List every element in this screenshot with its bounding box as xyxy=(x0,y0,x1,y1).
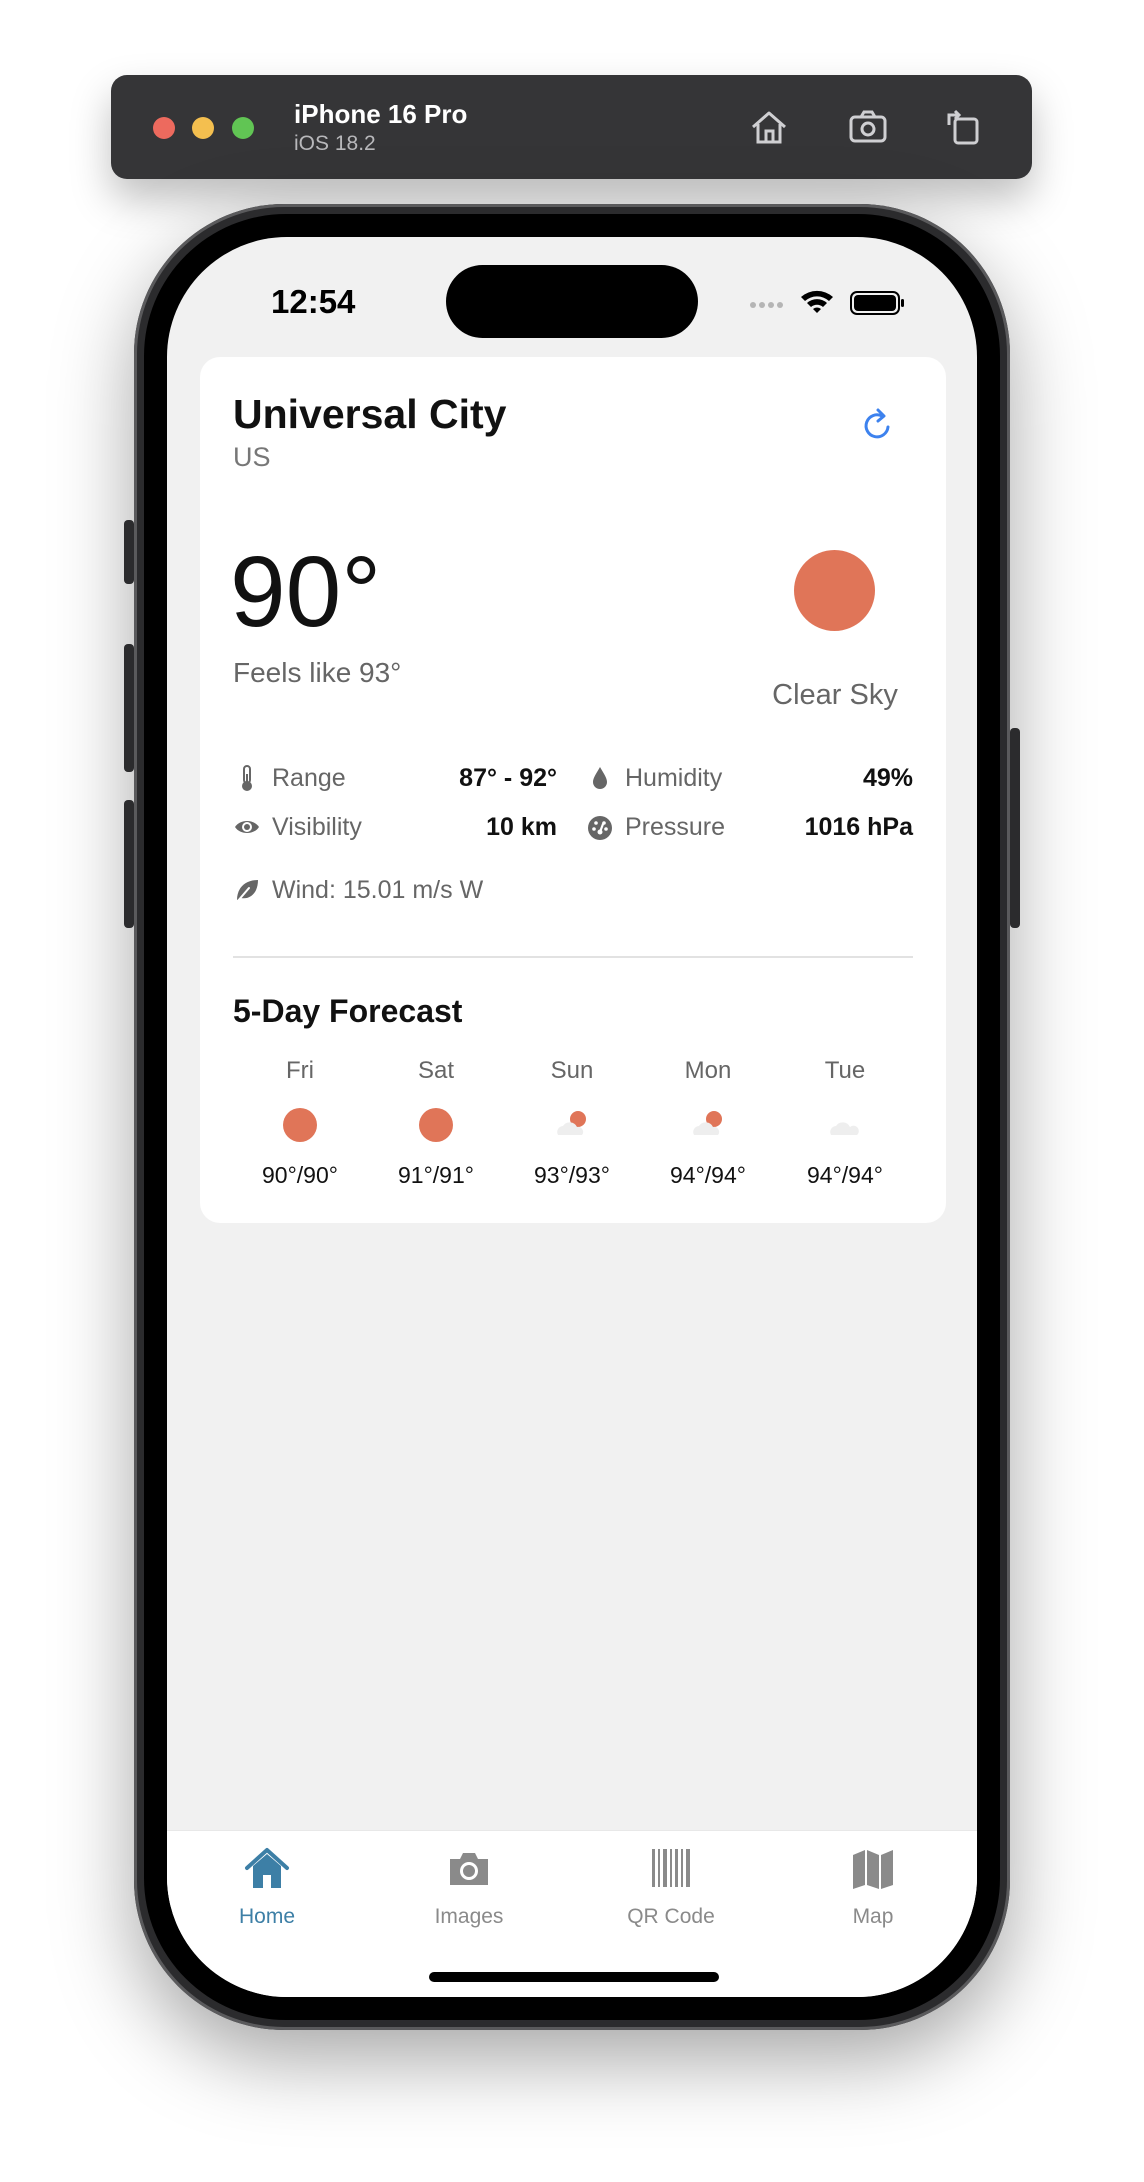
range-label: Range xyxy=(272,764,346,792)
pressure-label: Pressure xyxy=(625,813,726,841)
signal-icon xyxy=(750,302,783,308)
forecast-day-temps: 91°/91° xyxy=(398,1162,474,1188)
volume-up-button xyxy=(124,644,134,772)
forecast-title: 5-Day Forecast xyxy=(233,993,463,1029)
city-name: Universal City xyxy=(233,391,507,437)
simulator-toolbar: iPhone 16 Pro iOS 18.2 xyxy=(111,75,1032,179)
forecast-day: Tue 94°/94° xyxy=(780,1057,910,1197)
current-temperature: 90° xyxy=(230,536,382,648)
forecast-day-name: Fri xyxy=(286,1057,314,1084)
forecast-day-name: Tue xyxy=(824,1057,866,1084)
home-indicator[interactable] xyxy=(429,1972,719,1982)
tab-home[interactable]: Home xyxy=(192,1845,342,1935)
humidity-label: Humidity xyxy=(625,764,723,792)
partly-cloudy-icon xyxy=(693,1111,722,1135)
wind-info: Wind: 15.01 m/s W xyxy=(272,876,484,904)
forecast-day-temps: 94°/94° xyxy=(670,1162,746,1188)
gauge-icon xyxy=(588,816,612,840)
humidity-value: 49% xyxy=(862,764,913,792)
forecast-day: Sun 93°/93° xyxy=(507,1057,637,1197)
tab-map[interactable]: Map xyxy=(798,1845,948,1935)
current-weather-card: Universal City US 90° Feels like 93° Cle… xyxy=(200,357,946,1223)
forecast-day-temps: 90°/90° xyxy=(262,1162,338,1188)
forecast-day-temps: 93°/93° xyxy=(534,1162,610,1188)
phone-screen: 12:54 Universal City US 90° Feels like 9… xyxy=(167,237,977,1997)
feels-like-temperature: Feels like 93° xyxy=(233,657,402,688)
home-icon xyxy=(245,1848,289,1888)
forecast-day: Sat 91°/91° xyxy=(371,1057,501,1197)
forecast-day: Fri 90°/90° xyxy=(235,1057,365,1197)
tab-label: Home xyxy=(238,1905,296,1928)
forecast-day-temps: 94°/94° xyxy=(807,1162,883,1188)
pressure-value: 1016 hPa xyxy=(804,813,913,841)
tab-label: Map xyxy=(852,1905,894,1928)
status-time: 12:54 xyxy=(271,283,356,320)
forecast-day-name: Mon xyxy=(684,1057,732,1084)
rotate-icon[interactable] xyxy=(941,105,985,149)
volume-down-button xyxy=(124,800,134,928)
status-icons xyxy=(750,290,904,315)
sun-icon xyxy=(418,1107,454,1143)
sun-icon xyxy=(794,550,875,631)
visibility-value: 10 km xyxy=(486,813,557,841)
home-icon[interactable] xyxy=(747,105,791,149)
tab-label: QR Code xyxy=(627,1905,715,1928)
device-name: iPhone 16 Pro xyxy=(294,99,468,129)
tab-qr-code[interactable]: QR Code xyxy=(596,1845,746,1935)
dynamic-island xyxy=(446,265,698,338)
visibility-label: Visibility xyxy=(272,813,362,841)
camera-icon xyxy=(450,1853,488,1885)
country-code: US xyxy=(233,442,271,472)
droplet-icon xyxy=(593,767,607,789)
divider xyxy=(233,956,913,958)
tab-label: Images xyxy=(434,1905,504,1928)
weather-condition: Clear Sky xyxy=(772,679,898,711)
thermometer-icon xyxy=(242,765,252,791)
forecast-day: Mon 94°/94° xyxy=(643,1057,773,1197)
leaf-icon xyxy=(236,880,258,903)
forecast-day-name: Sun xyxy=(550,1057,594,1084)
wifi-icon xyxy=(801,290,833,313)
action-button xyxy=(124,520,134,584)
screenshot-icon[interactable] xyxy=(846,105,890,149)
minimize-window-button[interactable] xyxy=(192,117,214,139)
eye-icon xyxy=(235,821,259,833)
tab-images[interactable]: Images xyxy=(394,1845,544,1935)
range-value: 87° - 92° xyxy=(459,764,557,792)
barcode-icon xyxy=(652,1849,690,1887)
power-button xyxy=(1010,728,1020,928)
sun-icon xyxy=(282,1107,318,1143)
zoom-window-button[interactable] xyxy=(232,117,254,139)
partly-cloudy-icon xyxy=(557,1111,586,1135)
refresh-icon[interactable] xyxy=(858,405,898,445)
cloud-icon xyxy=(830,1122,859,1135)
map-icon xyxy=(853,1850,893,1889)
close-window-button[interactable] xyxy=(153,117,175,139)
forecast-day-name: Sat xyxy=(417,1057,455,1084)
os-version: iOS 18.2 xyxy=(294,132,376,155)
battery-icon xyxy=(850,291,904,315)
